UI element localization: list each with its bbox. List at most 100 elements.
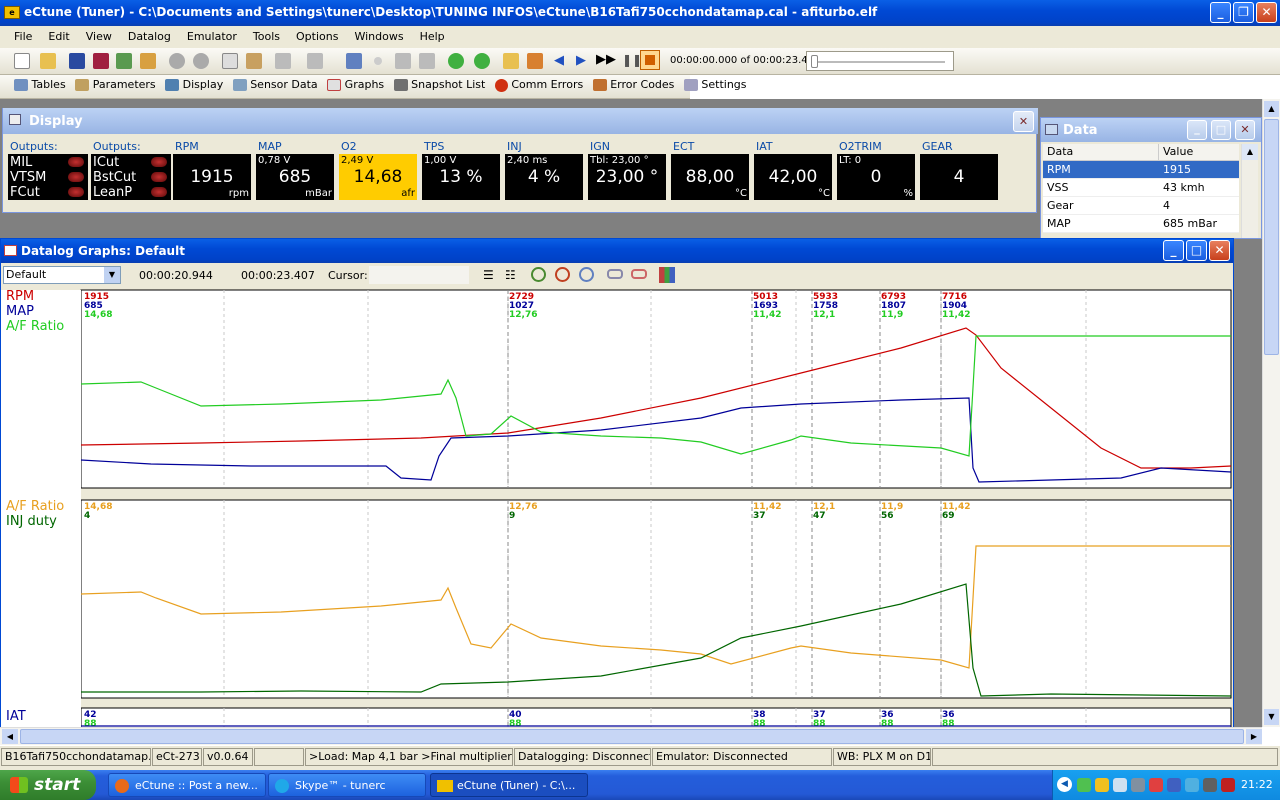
minimize-icon[interactable]: _ <box>1210 2 1231 23</box>
play-green-icon[interactable] <box>448 53 464 69</box>
tray-app3-icon[interactable] <box>1149 778 1163 792</box>
gauge-inj: INJ 2,40 ms 4 % <box>505 140 585 202</box>
close-icon[interactable]: ✕ <box>1256 2 1277 23</box>
vscroll-down-icon[interactable]: ▼ <box>1264 709 1279 725</box>
tray-network-icon[interactable] <box>1077 778 1091 792</box>
graph-maximize-icon[interactable]: □ <box>1186 240 1207 261</box>
data-row[interactable]: VSS 43 kmh <box>1043 179 1239 197</box>
tray-expand-icon[interactable]: ◀ <box>1057 777 1072 792</box>
close-file-icon[interactable] <box>139 53 156 69</box>
fast-forward-icon[interactable]: ▶▶ <box>596 52 616 67</box>
data-scrollbar[interactable]: ▲ <box>1241 144 1258 238</box>
copy-icon[interactable] <box>222 53 238 69</box>
snapshot-list-button[interactable]: Snapshot List <box>393 78 485 91</box>
list-icon[interactable]: ☰ <box>483 268 494 282</box>
tables-button[interactable]: Tables <box>14 78 66 91</box>
gauge-ign: IGN Tbl: 23,00 ° 23,00 ° <box>588 140 668 202</box>
display-button[interactable]: Display <box>165 78 223 91</box>
error-codes-button[interactable]: Error Codes <box>592 78 674 91</box>
tray-app-icon[interactable] <box>1113 778 1127 792</box>
save-icon[interactable] <box>69 53 85 69</box>
taskbar-item-skype[interactable]: Skype™ - tunerc <box>268 773 426 797</box>
chevron-down-icon[interactable]: ▼ <box>104 267 120 283</box>
preset-select[interactable]: Default ▼ <box>3 266 121 284</box>
graphs-button[interactable]: Graphs <box>327 78 384 91</box>
clock: 21:22 <box>1241 778 1273 791</box>
menu-windows[interactable]: Windows <box>346 26 411 48</box>
menu-options[interactable]: Options <box>288 26 346 48</box>
tray-app4-icon[interactable] <box>1167 778 1181 792</box>
zoom-out-icon[interactable] <box>555 267 570 282</box>
help-book-icon[interactable] <box>92 53 109 69</box>
chart-settings-icon[interactable] <box>659 267 675 283</box>
hscroll-left-icon[interactable]: ◀ <box>2 729 18 744</box>
data-maximize-icon[interactable]: □ <box>1211 120 1231 140</box>
paste-icon[interactable] <box>245 53 262 69</box>
tray-app2-icon[interactable] <box>1131 778 1145 792</box>
menu-view[interactable]: View <box>78 26 120 48</box>
parameters-button[interactable]: Parameters <box>75 78 156 91</box>
hscroll-right-icon[interactable]: ▶ <box>1246 729 1262 744</box>
disk2-icon[interactable] <box>418 53 435 69</box>
open-folder-icon[interactable] <box>39 53 56 69</box>
compare-icon[interactable] <box>116 53 132 69</box>
connect-icon[interactable] <box>346 53 362 69</box>
cursor-field <box>369 266 469 284</box>
prev-icon[interactable]: ◀ <box>554 53 564 68</box>
output-icut: ICut <box>93 155 120 170</box>
new-file-icon[interactable] <box>14 53 30 69</box>
data-row[interactable]: RPM 1915 <box>1043 161 1239 179</box>
settings-button[interactable]: Settings <box>683 78 747 91</box>
stop-icon[interactable] <box>640 50 660 70</box>
main-vscrollbar[interactable]: ▲ ▼ <box>1262 99 1280 727</box>
taskbar-item-browser[interactable]: eCtune :: Post a new... <box>108 773 266 797</box>
menu-tools[interactable]: Tools <box>245 26 288 48</box>
add-green-icon[interactable] <box>473 53 490 69</box>
list2-icon[interactable]: ☷ <box>505 268 516 282</box>
tray-app5-icon[interactable] <box>1185 778 1199 792</box>
tray-app6-icon[interactable] <box>1203 778 1217 792</box>
vscroll-up-icon[interactable]: ▲ <box>1264 101 1279 117</box>
menu-file[interactable]: File <box>6 26 40 48</box>
menu-edit[interactable]: Edit <box>40 26 77 48</box>
gear-icon[interactable] <box>169 53 185 69</box>
menu-datalog[interactable]: Datalog <box>120 26 179 48</box>
hscroll-thumb[interactable] <box>20 729 1244 744</box>
graph-panel-1[interactable] <box>80 289 1232 489</box>
menu-help[interactable]: Help <box>412 26 453 48</box>
sensor-data-button[interactable]: Sensor Data <box>232 78 318 91</box>
start-button[interactable]: start <box>0 770 96 800</box>
link-icon[interactable] <box>607 269 623 279</box>
main-hscrollbar[interactable]: ◀ ▶ <box>0 727 1262 745</box>
data-close-icon[interactable]: ✕ <box>1235 120 1255 140</box>
gear2-icon[interactable] <box>192 53 209 69</box>
graph-panel-2[interactable] <box>80 499 1232 699</box>
open-log-icon[interactable] <box>503 53 519 69</box>
graph-minimize-icon[interactable]: _ <box>1163 240 1184 261</box>
data-row[interactable]: MAP 685 mBar <box>1043 215 1239 233</box>
comm-errors-button[interactable]: Comm Errors <box>494 78 583 92</box>
restore-icon[interactable]: ❐ <box>1233 2 1254 23</box>
next-icon[interactable]: ▶ <box>576 53 586 68</box>
close-log-icon[interactable] <box>526 53 543 69</box>
menu-emulator[interactable]: Emulator <box>179 26 245 48</box>
vscroll-thumb[interactable] <box>1264 119 1279 355</box>
taskbar-item-ectune[interactable]: eCtune (Tuner) - C:\... <box>430 773 588 797</box>
data-row[interactable]: Gear 4 <box>1043 197 1239 215</box>
zoom-in-icon[interactable] <box>531 267 546 282</box>
datalog-chart[interactable]: RPMMAPA/F RatioA/F RatioINJ dutyIAT19156… <box>1 288 1233 728</box>
tray-app7-icon[interactable] <box>1221 778 1235 792</box>
scroll-up-icon[interactable]: ▲ <box>1242 144 1258 160</box>
playback-slider[interactable] <box>806 51 954 71</box>
graph-panel-3[interactable] <box>80 707 1232 728</box>
data-minimize-icon[interactable]: _ <box>1187 120 1207 140</box>
record-icon[interactable] <box>373 57 382 65</box>
undo-icon[interactable] <box>275 53 291 69</box>
display-close-icon[interactable]: ✕ <box>1013 111 1034 132</box>
tray-shield-icon[interactable] <box>1095 778 1109 792</box>
disk-icon[interactable] <box>395 53 411 69</box>
zoom-fit-icon[interactable] <box>579 267 594 282</box>
redo-icon[interactable] <box>306 53 323 69</box>
graph-close-icon[interactable]: ✕ <box>1209 240 1230 261</box>
unlink-icon[interactable] <box>631 269 647 279</box>
